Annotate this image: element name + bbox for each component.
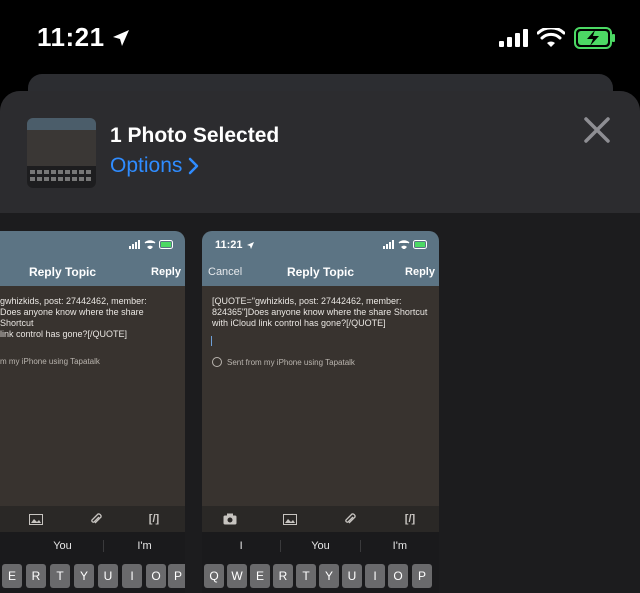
text-cursor <box>211 336 212 346</box>
card-header: Reply Topic Reply <box>0 231 185 286</box>
key: W <box>227 564 247 588</box>
body-line: gwhizkids, post: 27442462, member: <box>0 296 147 306</box>
key: R <box>26 564 46 588</box>
card-title: Reply Topic <box>286 265 355 279</box>
key: T <box>50 564 70 588</box>
card-signature: m my iPhone using Tapatalk <box>0 357 100 366</box>
wifi-icon <box>537 28 565 47</box>
options-label: Options <box>110 154 183 177</box>
key: I <box>365 564 385 588</box>
wifi-icon <box>398 240 410 249</box>
screen: 11:21 1 Photo Selected Options Reply Top… <box>0 0 640 593</box>
card-suggestions: You I'm <box>0 532 185 560</box>
key: T <box>296 564 316 588</box>
cellular-signal-icon <box>129 240 140 249</box>
share-sheet: 1 Photo Selected Options Reply Topic Rep… <box>0 91 640 593</box>
body-line: with iCloud link control has gone?[/QUOT… <box>212 318 386 328</box>
attachment-icon <box>342 512 358 526</box>
card-status-time: 11:21 <box>215 239 255 251</box>
key: Y <box>319 564 339 588</box>
card-reply-button: Reply <box>405 266 435 278</box>
suggestion: I <box>202 540 282 552</box>
key: E <box>2 564 22 588</box>
key: Q <box>204 564 224 588</box>
close-button[interactable] <box>580 113 614 147</box>
radio-circle-icon <box>212 357 222 367</box>
key: O <box>146 564 166 588</box>
code-tag-button: [/] <box>404 513 416 525</box>
key: U <box>98 564 118 588</box>
cellular-signal-icon <box>499 29 528 47</box>
cellular-signal-icon <box>383 240 394 249</box>
camera-icon <box>222 512 238 526</box>
key: P <box>168 564 185 588</box>
preview-card-2[interactable]: 11:21 Cancel Reply Topic Reply [QUOTE="g… <box>202 231 439 593</box>
code-tag-button: [/] <box>148 513 160 525</box>
card-status-icons <box>129 240 175 249</box>
suggestion: You <box>22 540 104 552</box>
card-status-icons <box>383 240 429 249</box>
battery-icon <box>159 240 173 249</box>
body-line: [QUOTE="gwhizkids, post: 27442462, membe… <box>212 296 402 306</box>
card-signature: Sent from my iPhone using Tapatalk <box>212 357 355 367</box>
key: E <box>250 564 270 588</box>
card-body: gwhizkids, post: 27442462, member: Does … <box>0 296 179 340</box>
battery-charging-icon <box>574 27 615 49</box>
card-toolbar: [/] <box>202 506 439 532</box>
card-reply-button: Reply <box>151 266 181 278</box>
key: I <box>122 564 142 588</box>
body-line: link control has gone?[/QUOTE] <box>0 329 128 339</box>
suggestion: You <box>281 540 361 552</box>
card-toolbar: [/] <box>0 506 185 532</box>
wifi-icon <box>144 240 156 249</box>
card-body: [QUOTE="gwhizkids, post: 27442462, membe… <box>212 296 433 329</box>
key: Y <box>74 564 94 588</box>
card-keyboard: Q W E R T Y U I O P <box>202 560 439 593</box>
options-button[interactable]: Options <box>110 154 200 178</box>
key: O <box>388 564 408 588</box>
status-bar: 11:21 <box>0 0 640 72</box>
attachment-icon <box>88 512 104 526</box>
share-sheet-title: 1 Photo Selected <box>110 124 280 147</box>
close-icon <box>584 117 610 143</box>
status-icons <box>498 27 616 49</box>
status-time-group: 11:21 <box>37 22 131 53</box>
photo-thumbnail <box>27 118 96 188</box>
image-icon <box>282 512 298 526</box>
card-header: 11:21 Cancel Reply Topic Reply <box>202 231 439 286</box>
suggestion: I'm <box>392 540 407 552</box>
card-suggestions: I You I'm <box>202 532 439 560</box>
share-sheet-header: 1 Photo Selected Options <box>0 91 640 213</box>
battery-icon <box>413 240 427 249</box>
location-arrow-icon <box>112 29 129 46</box>
location-arrow-icon <box>246 241 254 249</box>
body-line: 824365"]Does anyone know where the share… <box>212 307 428 317</box>
suggestion: I'm <box>137 540 152 552</box>
key: P <box>412 564 432 588</box>
key: U <box>342 564 362 588</box>
card-keyboard: E R T Y U I O P <box>0 560 185 593</box>
preview-card-1[interactable]: Reply Topic Reply gwhizkids, post: 27442… <box>0 231 185 593</box>
status-time: 11:21 <box>37 22 105 52</box>
body-line: Does anyone know where the share Shortcu… <box>0 307 144 328</box>
key: R <box>273 564 293 588</box>
image-icon <box>28 512 44 526</box>
chevron-right-icon <box>189 157 199 175</box>
